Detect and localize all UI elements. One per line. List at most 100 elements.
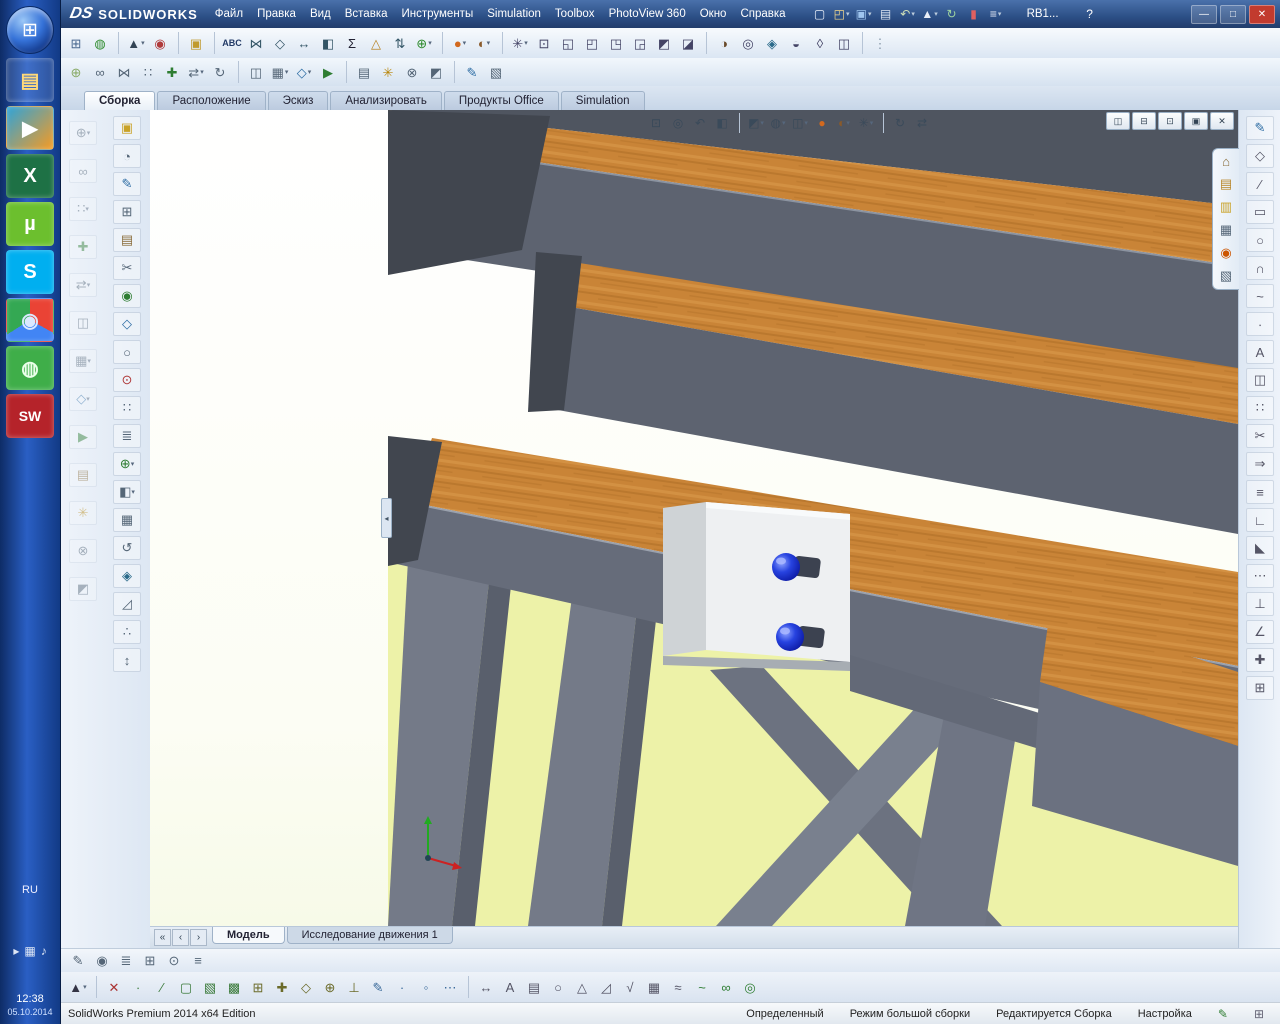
menu-item[interactable]: Правка xyxy=(250,0,303,28)
top-view-button[interactable]: ◰▾ xyxy=(581,32,603,54)
fillet-button[interactable]: ∟▾ xyxy=(1246,508,1274,532)
perspective-button[interactable]: ◊▾ xyxy=(809,32,831,54)
pan-button[interactable]: ⇄▾ xyxy=(912,113,932,133)
show-hidden-button[interactable]: ◫▾ xyxy=(238,61,267,83)
section-tool-button[interactable]: ◧▾ xyxy=(113,480,141,504)
custom-label[interactable]: Настройка xyxy=(1138,1008,1192,1020)
rotate-component-button[interactable]: ↻▾ xyxy=(209,61,231,83)
plane-filter-button[interactable]: ◇▾ xyxy=(295,976,317,998)
menu-item[interactable]: Справка xyxy=(733,0,792,28)
annotation-filter-button[interactable]: A▾ xyxy=(499,976,521,998)
solidworks-resources-tab[interactable]: ⌂ xyxy=(1222,154,1230,169)
help-button[interactable]: ? xyxy=(1081,7,1099,21)
section-properties-button[interactable]: ◧▾ xyxy=(317,32,339,54)
tab-scroll-right-button[interactable]: › xyxy=(190,929,207,946)
view-orientation-button[interactable]: ◩▾ xyxy=(739,113,766,133)
smart-fasteners-button[interactable]: ✚▾ xyxy=(69,235,97,259)
edit-appearance-button[interactable]: ●▾ xyxy=(442,32,471,54)
rebuild-button[interactable]: ↻▾ xyxy=(942,4,962,24)
steps-button[interactable]: ≡▾ xyxy=(187,950,209,972)
solidworks-taskbar-icon[interactable]: SW xyxy=(6,394,54,438)
rectangle-button[interactable]: ▭▾ xyxy=(1246,200,1274,224)
bom-button[interactable]: ▤▾ xyxy=(69,463,97,487)
isometric-view-button[interactable]: ◩▾ xyxy=(653,32,675,54)
edit-component-button[interactable]: ✎▾ xyxy=(454,61,483,83)
weld-filter-button[interactable]: △▾ xyxy=(571,976,593,998)
trim-button[interactable]: ✂▾ xyxy=(1246,424,1274,448)
section-view-button[interactable]: ◧▾ xyxy=(712,113,732,133)
outline-button[interactable]: ≣▾ xyxy=(115,950,137,972)
mesh-tool-button[interactable]: ▦▾ xyxy=(113,508,141,532)
circle-tool-button[interactable]: ○▾ xyxy=(113,340,141,364)
route-filter-button[interactable]: ~▾ xyxy=(691,976,713,998)
menu-item[interactable]: Инструменты xyxy=(395,0,481,28)
measure-button[interactable]: ↔▾ xyxy=(293,32,315,54)
comments-button[interactable]: ✎▾ xyxy=(67,950,89,972)
doc-restore-button[interactable]: ⊡ xyxy=(1158,112,1182,130)
isolate-button[interactable]: ◩▾ xyxy=(69,577,97,601)
motion-study-button[interactable]: ▶▾ xyxy=(69,425,97,449)
pipe-filter-button[interactable]: ◎▾ xyxy=(739,976,761,998)
align-button[interactable]: ⇅▾ xyxy=(389,32,411,54)
line-button[interactable]: ∕▾ xyxy=(1246,172,1274,196)
shadows-button[interactable]: ◒▾ xyxy=(785,32,807,54)
view-settings-button[interactable]: ✳▾ xyxy=(856,113,876,133)
command-tab[interactable]: Simulation xyxy=(561,91,645,110)
hyperlink-button[interactable]: ⋈▾ xyxy=(245,32,267,54)
file-properties-button[interactable]: ▮▾ xyxy=(964,4,984,24)
grid-button[interactable]: ⊞▾ xyxy=(139,950,161,972)
list-tool-button[interactable]: ≣▾ xyxy=(113,424,141,448)
bill-of-materials-button[interactable]: ▤▾ xyxy=(346,61,375,83)
select-button[interactable]: ▲▾ xyxy=(920,4,940,24)
large-assembly-mode-button[interactable]: ▧▾ xyxy=(485,61,507,83)
construction-line-button[interactable]: ⋯▾ xyxy=(1246,564,1274,588)
draft-analysis-button[interactable]: △▾ xyxy=(365,32,387,54)
pattern-tool-button[interactable]: ∷▾ xyxy=(113,396,141,420)
material-tool-button[interactable]: ◈▾ xyxy=(113,564,141,588)
zoom-fit-button[interactable]: ⊡▾ xyxy=(533,32,555,54)
view-settings-button[interactable]: ✳▾ xyxy=(502,32,531,54)
surface-finish-filter-button[interactable]: √▾ xyxy=(619,976,641,998)
menu-item[interactable]: PhotoView 360 xyxy=(602,0,693,28)
rotate-view-button[interactable]: ↻▾ xyxy=(883,113,910,133)
explorer-taskbar-icon[interactable]: ▤ xyxy=(6,58,54,102)
vertex-filter-button[interactable]: ∙▾ xyxy=(127,976,149,998)
chamfer-button[interactable]: ◣▾ xyxy=(1246,536,1274,560)
tray-volume-icon[interactable]: ♪ xyxy=(41,944,47,958)
draft-tool-button[interactable]: ◿▾ xyxy=(113,592,141,616)
doc-window-menu-button[interactable]: ◫ xyxy=(1106,112,1130,130)
file-explorer-tab[interactable]: ▥ xyxy=(1220,199,1232,215)
text-button[interactable]: A▾ xyxy=(1246,340,1274,364)
graphics-viewport[interactable] xyxy=(150,110,1238,926)
minimize-button[interactable]: — xyxy=(1191,5,1217,24)
midpoint-filter-button[interactable]: ◦▾ xyxy=(415,976,437,998)
select-filter-button[interactable]: ▣▾ xyxy=(113,116,141,140)
sketch-tool-button[interactable]: ✎▾ xyxy=(113,172,141,196)
centerline-filter-button[interactable]: ⋯▾ xyxy=(439,976,461,998)
arrow-tool-button[interactable]: ↕▾ xyxy=(113,648,141,672)
angle-button[interactable]: ∠▾ xyxy=(1246,620,1274,644)
viewport-3d-scene[interactable] xyxy=(150,110,1238,926)
grid-snap-button[interactable]: ⊞▾ xyxy=(1246,676,1274,700)
tray-expand-icon[interactable]: ▸ xyxy=(13,944,19,958)
interference-button[interactable]: ⊗▾ xyxy=(69,539,97,563)
plane-tool-button[interactable]: ◇▾ xyxy=(113,312,141,336)
model-tab[interactable]: Исследование движения 1 xyxy=(287,927,453,944)
frame-filter-button[interactable]: ⊞▾ xyxy=(247,976,269,998)
design-library-tab[interactable]: ▤ xyxy=(1220,176,1232,192)
edit-appearance-button[interactable]: ●▾ xyxy=(812,113,832,133)
skype-taskbar-icon[interactable]: S xyxy=(6,250,54,294)
front-view-button[interactable]: ◱▾ xyxy=(557,32,579,54)
edge-filter-button[interactable]: ∕▾ xyxy=(151,976,173,998)
web-toolbar-button[interactable]: ◍▾ xyxy=(89,32,111,54)
maximize-button[interactable]: □ xyxy=(1220,5,1246,24)
exploded-view-button[interactable]: ✳▾ xyxy=(377,61,399,83)
linear-pattern-button[interactable]: ∷▾ xyxy=(69,197,97,221)
left-view-button[interactable]: ◳▾ xyxy=(605,32,627,54)
move-component-button[interactable]: ⇄▾ xyxy=(185,61,207,83)
curvature-button[interactable]: ⊕▾ xyxy=(413,32,435,54)
reference-sphere-button[interactable]: ◉▾ xyxy=(149,32,171,54)
custom-properties-tab[interactable]: ▧ xyxy=(1220,268,1232,284)
move-component-button[interactable]: ⇄▾ xyxy=(69,273,97,297)
shaded-view-button[interactable]: ◑▾ xyxy=(706,32,735,54)
